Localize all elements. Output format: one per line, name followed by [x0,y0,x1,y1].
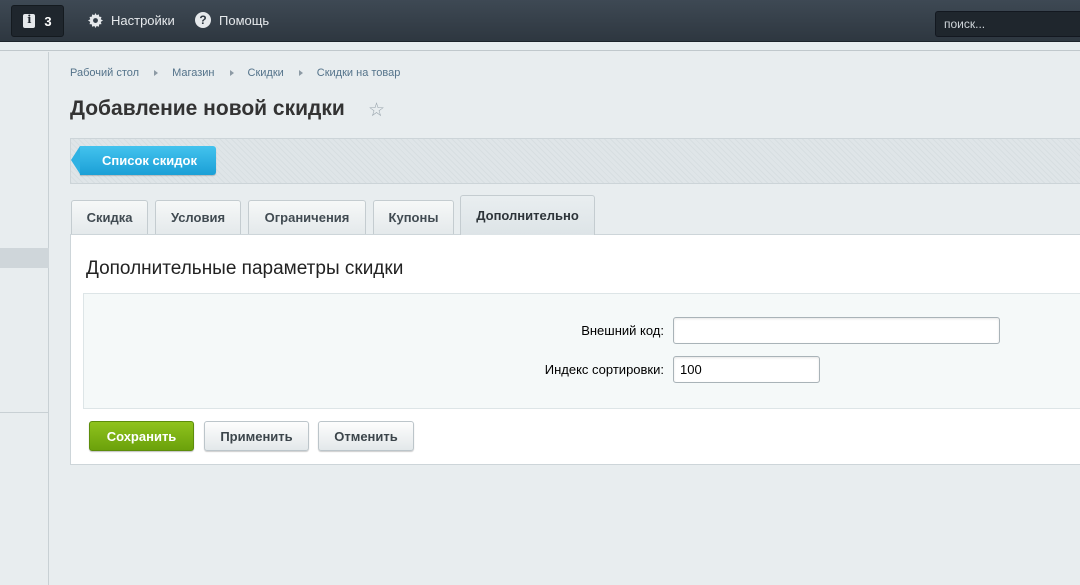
breadcrumb-item-product-discounts[interactable]: Скидки на товар [317,67,401,79]
tab-additional[interactable]: Дополнительно [460,195,595,235]
breadcrumb-item-desktop[interactable]: Рабочий стол [70,67,139,79]
sort-index-label: Индекс сортировки: [544,362,664,377]
breadcrumb: Рабочий стол Магазин Скидки Скидки на то… [70,67,400,79]
breadcrumb-separator-icon [154,70,159,76]
cancel-button[interactable]: Отменить [318,421,414,451]
breadcrumb-item-shop[interactable]: Магазин [172,67,214,79]
page-title: Добавление новой скидки [70,97,345,120]
top-bar: 3 Настройки ? Помощь [0,0,1080,42]
sort-index-input[interactable] [673,356,820,383]
settings-label: Настройки [111,12,175,28]
favorite-star-icon[interactable]: ☆ [368,99,385,122]
apply-button[interactable]: Применить [204,421,309,451]
tab-coupons[interactable]: Купоны [373,200,454,234]
notifications-count: 3 [44,13,52,29]
discount-list-button[interactable]: Список скидок [71,146,216,175]
help-link[interactable]: ? Помощь [195,0,269,40]
notifications-button[interactable]: 3 [11,5,64,37]
gear-icon [88,12,103,28]
form-fields-area [83,293,1080,409]
external-code-label: Внешний код: [581,323,664,338]
search-input[interactable] [935,11,1080,37]
sidebar-active-marker [0,248,49,268]
breadcrumb-separator-icon [229,70,234,76]
save-button[interactable]: Сохранить [89,421,194,451]
tab-discount[interactable]: Скидка [71,200,148,234]
left-sidebar[interactable] [0,52,49,585]
external-code-input[interactable] [673,317,1000,344]
settings-link[interactable]: Настройки [88,0,175,40]
panel-title: Дополнительные параметры скидки [86,258,404,279]
tab-restrictions[interactable]: Ограничения [248,200,366,234]
divider [0,50,1080,51]
toolbar [70,138,1080,184]
breadcrumb-separator-icon [298,70,303,76]
breadcrumb-item-discounts[interactable]: Скидки [248,67,284,79]
help-label: Помощь [219,12,270,28]
sidebar-divider [0,412,49,413]
help-icon: ? [195,12,211,28]
tab-conditions[interactable]: Условия [155,200,241,234]
notification-icon [23,13,36,28]
